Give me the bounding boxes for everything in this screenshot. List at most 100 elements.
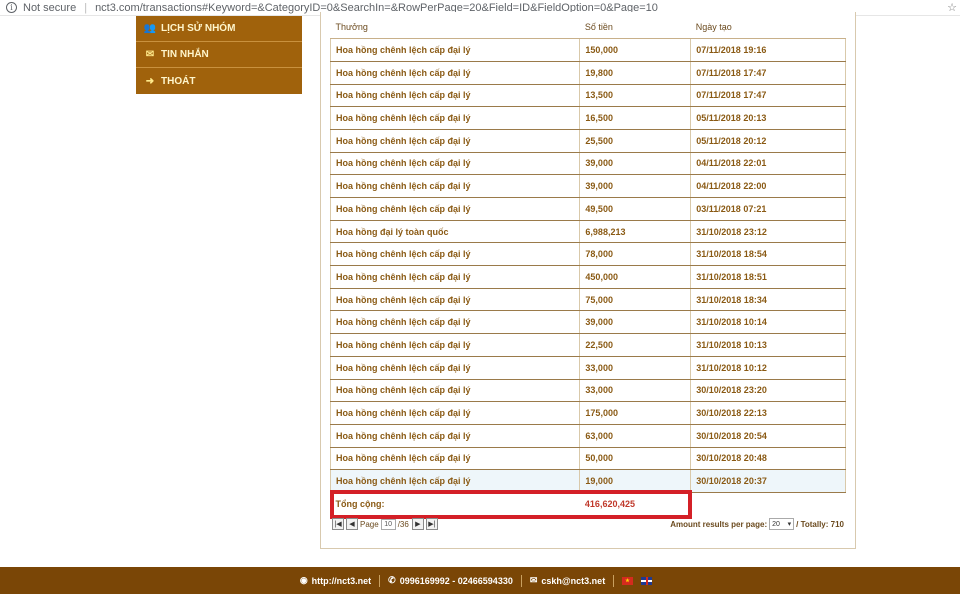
pagination: |◀ ◀ Page 10 /36 ▶ ▶| Amount results per… [332,517,844,531]
info-icon[interactable]: i [6,2,17,13]
vietnam-flag-icon[interactable] [622,576,634,585]
footer-email[interactable]: ✉ cskh@nct3.net [530,575,605,586]
cell-amount: 78,000 [579,242,692,267]
cell-date: 31/10/2018 10:12 [690,356,846,380]
table-row: Hoa hồng chênh lệch cấp đại lý 39,000 31/1… [329,310,846,335]
cell-type: Hoa hồng chênh lệch cấp đại lý [329,379,581,403]
uk-flag-icon[interactable] [641,576,653,585]
next-page-button[interactable]: ▶ [411,518,424,530]
footer-email-text[interactable]: cskh@nct3.net [541,576,605,586]
cell-type: Hoa hồng chênh lệch cấp đại lý [329,288,581,312]
sidebar-item-logout[interactable]: ➜ THOÁT [136,68,302,94]
table-row: Hoa hồng đại lý toàn quốc 6,988,213 31/10/… [329,220,846,244]
cell-date: 07/11/2018 17:47 [690,84,846,108]
cell-date: 04/11/2018 22:00 [690,174,846,198]
column-header-reward[interactable]: Thưởng [330,16,580,40]
cell-type: Hoa hồng chênh lệch cấp đại lý [329,38,581,62]
cell-amount: 39,000 [579,152,692,176]
cell-type: Hoa hồng chênh lệch cấp đại lý [329,401,581,425]
footer-divider [613,574,615,587]
cell-date: 03/11/2018 07:21 [690,197,846,221]
cell-type: Hoa hồng đại lý toàn quốc [329,220,581,244]
cell-date: 30/10/2018 22:13 [690,401,846,425]
cell-type: Hoa hồng chênh lệch cấp đại lý [329,447,581,471]
cell-type: Hoa hồng chênh lệch cấp đại lý [329,197,581,221]
table-row: Hoa hồng chênh lệch cấp đại lý 39,000 04/1… [329,174,846,198]
sidebar-item-group-history[interactable]: 👥 LỊCH SỬ NHÓM [136,16,302,42]
cell-date: 05/11/2018 20:12 [690,129,846,153]
cell-type: Hoa hồng chênh lệch cấp đại lý [329,333,581,357]
table-row: Hoa hồng chênh lệch cấp đại lý 16,500 05/1… [329,106,846,130]
cell-type: Hoa hồng chênh lệch cấp đại lý [329,106,581,130]
page-count: /36 [397,519,409,529]
page-number-input[interactable]: 10 [380,518,396,530]
cell-date: 31/10/2018 18:54 [690,242,846,267]
sidebar-item-label: TIN NHẮN [161,49,209,60]
cell-type: Hoa hồng chênh lệch cấp đại lý [329,174,581,198]
table-row: Hoa hồng chênh lệch cấp đại lý 22,500 31/1… [329,333,846,357]
first-page-button[interactable]: |◀ [332,518,344,530]
envelope-icon: ✉ [145,49,155,60]
cell-date: 07/11/2018 19:16 [690,38,846,62]
table-row: Hoa hồng chênh lệch cấp đại lý 175,000 30/… [329,401,846,425]
footer-divider [520,574,522,587]
per-page-value: 20 [772,520,780,528]
cell-amount: 39,000 [579,310,692,335]
envelope-icon: ✉ [529,575,538,585]
footer-divider [379,574,381,587]
cell-type: Hoa hồng chênh lệch cấp đại lý [329,310,581,335]
footer-website-text[interactable]: http://nct3.net [312,576,372,586]
footer-phone-text: 0996169992 - 02466594330 [399,575,513,586]
cell-date: 30/10/2018 20:48 [690,447,846,471]
prev-page-button[interactable]: ◀ [346,518,358,530]
cell-amount: 33,000 [579,379,692,403]
url-separator: | [84,1,88,14]
cell-type: Hoa hồng chênh lệch cấp đại lý [329,356,581,380]
users-icon: 👥 [143,23,157,34]
cell-date: 04/11/2018 22:01 [690,152,846,176]
table-row: Hoa hồng chênh lệch cấp đại lý 25,500 05/1… [329,129,846,153]
cell-type: Hoa hồng chênh lệch cấp đại lý [329,129,581,153]
cell-amount: 175,000 [579,401,692,425]
cell-amount: 25,500 [579,129,692,153]
table-row: Hoa hồng chênh lệch cấp đại lý 33,000 30/1… [329,379,846,403]
per-page-select[interactable]: 20 ▾ [769,518,795,530]
cell-amount: 33,000 [579,356,692,380]
cell-type: Hoa hồng chênh lệch cấp đại lý [329,84,581,108]
cell-date: 31/10/2018 10:13 [690,333,846,357]
cell-date: 31/10/2018 23:12 [690,220,846,244]
total-highlight-box [330,490,692,519]
page-label: Page [360,519,379,529]
table-row: Hoa hồng chênh lệch cấp đại lý 78,000 31/1… [329,242,846,267]
table-body: Hoa hồng chênh lệch cấp đại lý 150,000 07/… [329,38,846,516]
sidebar-item-label: THOÁT [161,75,196,87]
table-row: Hoa hồng chênh lệch cấp đại lý 150,000 07/… [329,38,846,62]
total-count: / Totally: 710 [796,519,844,529]
total-empty [690,492,846,516]
cell-date: 30/10/2018 23:20 [690,379,846,403]
cell-amount: 13,500 [579,84,692,108]
cell-date: 31/10/2018 10:14 [690,310,846,335]
sidebar-item-messages[interactable]: ✉ TIN NHẮN [136,42,302,68]
table-row: Hoa hồng chênh lệch cấp đại lý 50,000 30/1… [329,447,846,471]
cell-amount: 63,000 [579,424,692,448]
table-row: Hoa hồng chênh lệch cấp đại lý 49,500 03/1… [329,197,846,221]
cell-amount: 16,500 [579,106,692,130]
last-page-button[interactable]: ▶| [425,518,438,530]
footer-website[interactable]: ◉ http://nct3.net [300,575,371,586]
column-header-date[interactable]: Ngày tạo [690,16,846,40]
cell-amount: 150,000 [579,38,692,62]
cell-date: 30/10/2018 20:37 [690,469,846,493]
footer-phone: ✆ 0996169992 - 02466594330 [388,575,513,586]
table-row: Hoa hồng chênh lệch cấp đại lý 450,000 31/… [329,265,846,289]
cell-type: Hoa hồng chênh lệch cấp đại lý [329,265,581,289]
table-row: Hoa hồng chênh lệch cấp đại lý 39,000 04/1… [329,152,846,176]
security-status: Not secure [23,1,77,14]
column-header-amount[interactable]: Số tiền [579,16,691,40]
pager-right: Amount results per page: 20 ▾ / Totally:… [670,518,844,530]
footer-bar: ◉ http://nct3.net ✆ 0996169992 - 0246659… [0,567,960,594]
table-row: Hoa hồng chênh lệch cấp đại lý 33,000 31/1… [329,356,846,380]
cell-amount: 50,000 [579,447,692,471]
bookmark-star-icon[interactable]: ☆ [947,1,957,14]
cell-amount: 49,500 [579,197,692,221]
